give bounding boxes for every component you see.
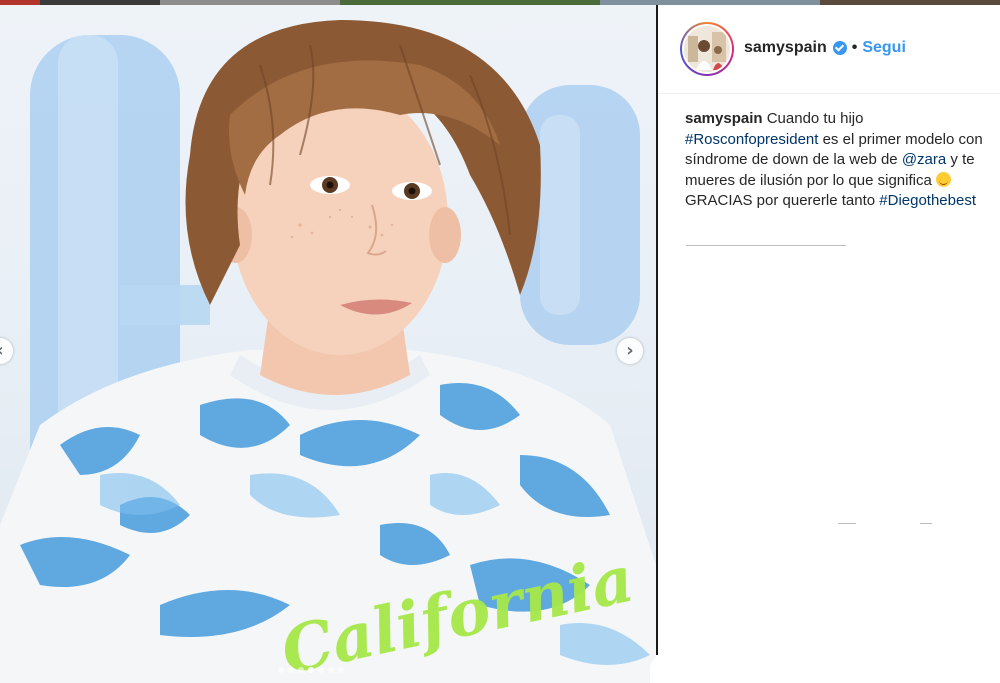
faint-line bbox=[838, 523, 856, 524]
smiling-emoji-icon bbox=[935, 171, 951, 187]
verified-badge-icon bbox=[832, 41, 847, 55]
carousel-dot bbox=[308, 667, 314, 673]
caption-text-4: GRACIAS por quererle tanto bbox=[685, 192, 880, 209]
post-header: samyspain • Segui bbox=[658, 5, 1000, 94]
header-separator: • bbox=[851, 39, 858, 56]
username-link[interactable]: samyspain bbox=[744, 39, 827, 57]
next-image-button[interactable]: › bbox=[617, 338, 643, 364]
avatar-image bbox=[684, 26, 730, 72]
carousel-dot bbox=[278, 667, 284, 673]
post-photo: California ‹ › bbox=[0, 5, 656, 683]
follow-button[interactable]: Segui bbox=[862, 39, 906, 57]
photo-illustration: California bbox=[0, 20, 656, 683]
hashtag-link-diegothebest[interactable]: #Diegothebest bbox=[879, 192, 976, 209]
hashtag-link-rosconfopresident[interactable]: #Rosconfopresident bbox=[685, 131, 818, 148]
carousel-dot bbox=[338, 667, 344, 673]
mention-link-zara[interactable]: @zara bbox=[902, 151, 946, 168]
faint-line bbox=[686, 245, 846, 246]
caption-text-1: Cuando tu hijo bbox=[762, 110, 864, 127]
post-header-line: samyspain • Segui bbox=[744, 39, 906, 57]
post-caption: samyspain Cuando tu hijo #Rosconfopresid… bbox=[685, 109, 995, 212]
carousel-dot bbox=[288, 667, 294, 673]
panel-bottom-corner bbox=[650, 655, 1000, 683]
caption-username[interactable]: samyspain bbox=[685, 110, 763, 127]
chevron-left-icon: ‹ bbox=[0, 342, 4, 360]
carousel-indicator bbox=[278, 667, 344, 673]
faint-line bbox=[920, 523, 932, 524]
carousel-dot bbox=[298, 667, 304, 673]
avatar[interactable] bbox=[680, 22, 734, 76]
carousel-dot bbox=[328, 667, 334, 673]
post-side-panel: samyspain • Segui samyspain Cuando tu hi… bbox=[658, 5, 1000, 683]
chevron-right-icon: › bbox=[626, 340, 634, 361]
carousel-dot bbox=[318, 667, 324, 673]
